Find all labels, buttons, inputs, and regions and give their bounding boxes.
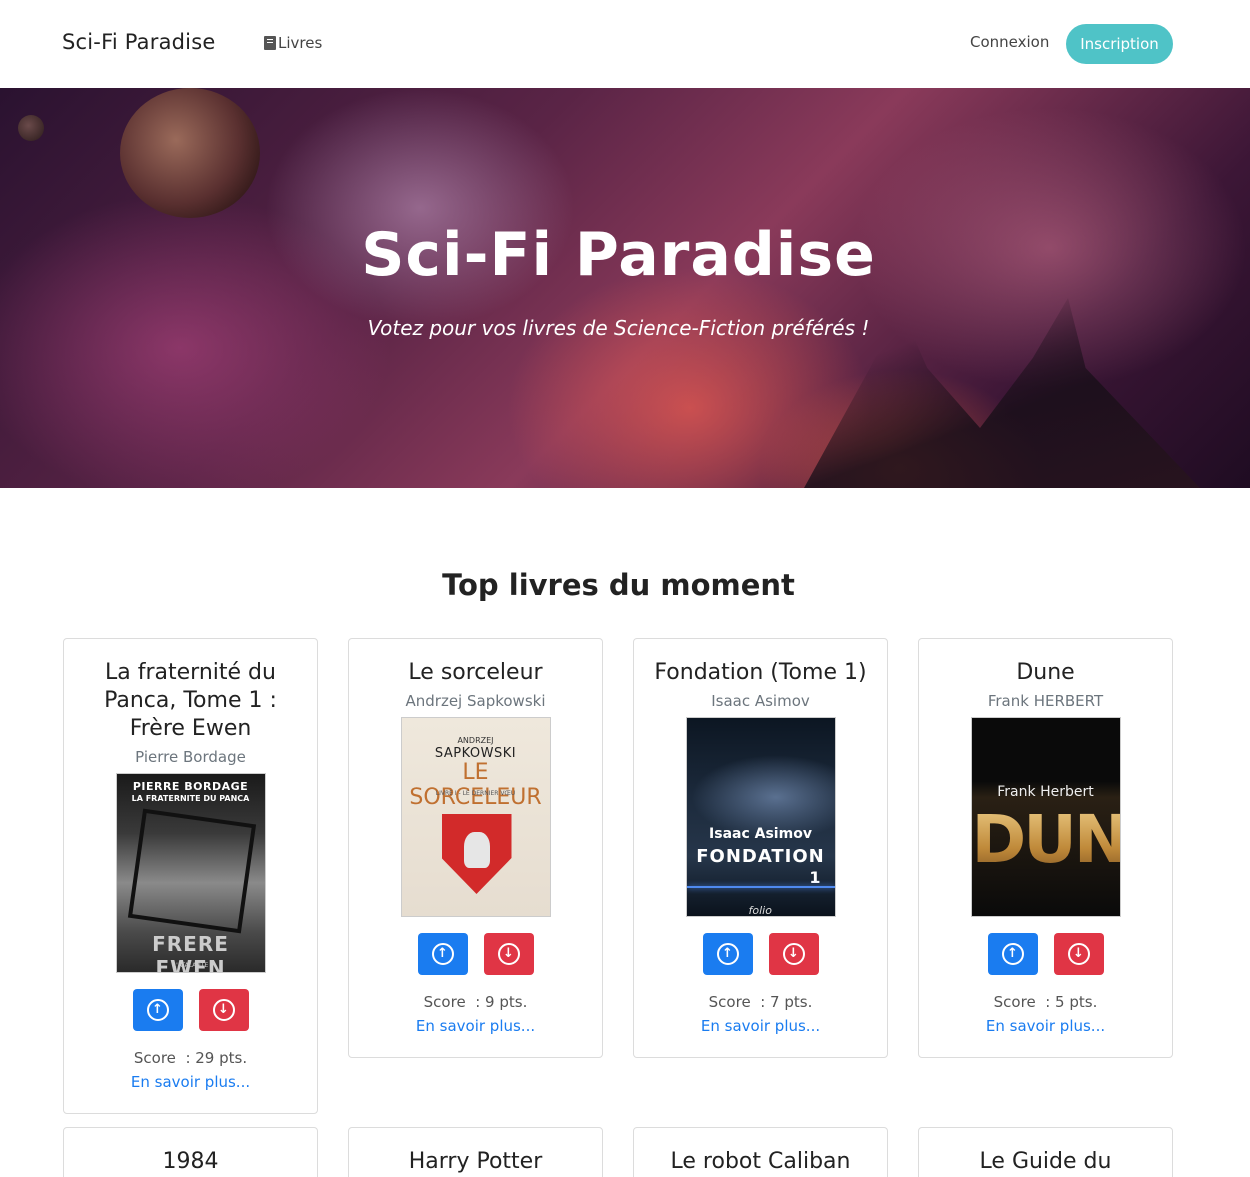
nav-link-books[interactable]: Livres <box>264 34 322 52</box>
arrow-circle-down-icon: ↓ <box>212 999 235 1021</box>
cover-text: SAPKOWSKI <box>434 746 517 761</box>
section-title: Top livres du moment <box>442 568 795 602</box>
book-author: Frank HERBERT <box>987 692 1104 710</box>
score-label: Score <box>993 993 1036 1011</box>
nav-link-books-label: Livres <box>278 34 323 52</box>
vote-buttons: ↑ ↓ <box>64 989 317 1031</box>
arrow-circle-up-icon: ↑ <box>1001 943 1024 965</box>
hero-banner: Sci-Fi Paradise Votez pour vos livres de… <box>0 88 1250 488</box>
arrow-circle-up-icon: ↑ <box>716 943 739 965</box>
book-title: La fraternité du Panca, Tome 1 : Frère E… <box>104 660 277 741</box>
book-card: Le robot Caliban <box>633 1127 888 1177</box>
score-label: Score <box>133 1049 176 1067</box>
cover-text: folio <box>748 904 772 917</box>
vote-buttons: ↑ ↓ <box>919 933 1172 975</box>
more-link[interactable]: En savoir plus... <box>64 1073 317 1091</box>
book-cover[interactable]: PIERRE BORDAGE LA FRATERNITE DU PANCA FR… <box>115 773 266 973</box>
book-card: 1984 <box>63 1127 318 1177</box>
book-icon <box>264 36 276 50</box>
score-value: : 5 pts. <box>1045 993 1098 1011</box>
book-card: Fondation (Tome 1) Isaac Asimov Isaac As… <box>633 638 888 1058</box>
book-score: Score : 7 pts. <box>634 993 887 1011</box>
vote-buttons: ↑ ↓ <box>349 933 602 975</box>
cover-illustration <box>441 814 512 894</box>
book-title: Le Guide du <box>979 1149 1112 1174</box>
arrow-circle-down-icon: ↓ <box>497 943 520 965</box>
downvote-button[interactable]: ↓ <box>483 933 534 975</box>
cover-text: 1 <box>809 868 821 887</box>
hero-subtitle: Votez pour vos livres de Science-Fiction… <box>367 316 870 340</box>
book-card: Harry Potter <box>348 1127 603 1177</box>
cover-text: Frank Herbert <box>997 784 1094 800</box>
navbar: Sci-Fi Paradise Livres Connexion Inscrip… <box>0 0 1250 88</box>
downvote-button[interactable]: ↓ <box>198 989 249 1031</box>
score-label: Score <box>423 993 466 1011</box>
book-card: La fraternité du Panca, Tome 1 : Frère E… <box>63 638 318 1114</box>
more-link[interactable]: En savoir plus... <box>634 1017 887 1035</box>
book-score: Score : 5 pts. <box>919 993 1172 1011</box>
arrow-circle-down-icon: ↓ <box>1067 943 1090 965</box>
book-title: Le sorceleur <box>408 660 543 685</box>
planet-decoration <box>120 88 260 218</box>
upvote-button[interactable]: ↑ <box>987 933 1038 975</box>
score-label: Score <box>708 993 751 1011</box>
more-link[interactable]: En savoir plus... <box>349 1017 602 1035</box>
book-title: Fondation (Tome 1) <box>654 660 867 685</box>
cover-text: LE SORCELEUR <box>409 760 542 810</box>
score-value: : 7 pts. <box>760 993 813 1011</box>
downvote-button[interactable]: ↓ <box>1053 933 1104 975</box>
cover-text: PIERRE BORDAGE <box>132 780 249 793</box>
book-title: Dune <box>1016 660 1075 685</box>
cover-text: LA FRATERNITE DU PANCA <box>131 794 250 803</box>
cover-illustration <box>686 886 835 888</box>
upvote-button[interactable]: ↑ <box>702 933 753 975</box>
vote-buttons: ↑ ↓ <box>634 933 887 975</box>
book-score: Score : 9 pts. <box>349 993 602 1011</box>
cover-text: ANDRZEJ <box>457 736 494 745</box>
brand-logo[interactable]: Sci-Fi Paradise <box>62 30 215 54</box>
book-author: Andrzej Sapkowski <box>405 692 546 710</box>
book-card: Dune Frank HERBERT Frank Herbert DUNE ↑ … <box>918 638 1173 1058</box>
score-value: : 29 pts. <box>185 1049 248 1067</box>
book-cover[interactable]: Isaac Asimov FONDATION 1 folio <box>685 717 836 917</box>
book-title: Harry Potter <box>408 1149 543 1174</box>
book-cover[interactable]: Frank Herbert DUNE <box>970 717 1121 917</box>
book-author: Isaac Asimov <box>711 692 810 710</box>
cover-text: DUNE <box>972 800 1120 880</box>
more-link[interactable]: En savoir plus... <box>919 1017 1172 1035</box>
book-title: 1984 <box>162 1149 219 1174</box>
moon-decoration <box>18 115 44 141</box>
book-title: Le robot Caliban <box>670 1149 851 1174</box>
book-card: Le Guide du <box>918 1127 1173 1177</box>
book-score: Score : 29 pts. <box>64 1049 317 1067</box>
login-link[interactable]: Connexion <box>970 33 1049 51</box>
cover-illustration <box>127 808 256 934</box>
hero-title: Sci-Fi Paradise <box>361 220 876 290</box>
book-card: Le sorceleur Andrzej Sapkowski ANDRZEJ S… <box>348 638 603 1058</box>
cover-text: L'ATALANTE <box>172 962 209 969</box>
downvote-button[interactable]: ↓ <box>768 933 819 975</box>
upvote-button[interactable]: ↑ <box>132 989 183 1031</box>
book-author: Pierre Bordage <box>135 748 246 766</box>
cover-text: Isaac Asimov <box>709 826 812 842</box>
score-value: : 9 pts. <box>475 993 528 1011</box>
signup-button[interactable]: Inscription <box>1066 24 1173 64</box>
cover-text: LIVRE I - LE DERNIER VŒU <box>435 790 516 797</box>
arrow-circle-up-icon: ↑ <box>431 943 454 965</box>
arrow-circle-down-icon: ↓ <box>782 943 805 965</box>
arrow-circle-up-icon: ↑ <box>146 999 169 1021</box>
upvote-button[interactable]: ↑ <box>417 933 468 975</box>
book-cover[interactable]: ANDRZEJ SAPKOWSKI LE SORCELEUR LIVRE I -… <box>400 717 551 917</box>
cover-text: FONDATION <box>696 846 825 867</box>
